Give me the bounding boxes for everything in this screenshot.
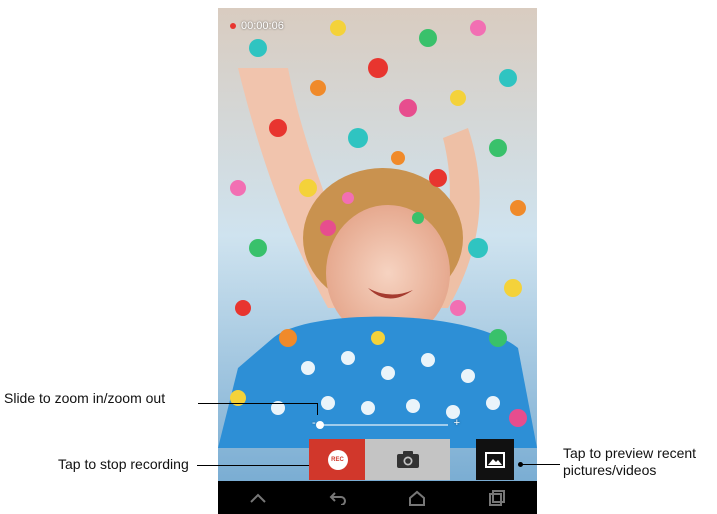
zoom-callout-tick [317,403,318,415]
zoom-track[interactable] [316,421,448,429]
stop-recording-button[interactable]: REC [309,439,366,480]
stop-recording-callout-line [197,465,309,466]
zoom-thumb[interactable] [316,421,324,429]
rec-badge-label: REC [327,449,348,470]
zoom-slider[interactable]: - + [312,417,460,431]
preview-callout-line2: pictures/videos [563,462,657,478]
gallery-preview-button[interactable] [476,439,514,480]
camera-icon [396,450,419,468]
preview-callout-line1: Tap to preview recent [563,445,697,461]
zoom-out-label: - [312,417,316,429]
chevron-up-icon [250,493,266,503]
zoom-callout: Slide to zoom in/zoom out [4,390,166,406]
zoom-callout-line [198,403,317,404]
nav-home-button[interactable] [399,486,435,510]
image-icon [485,451,505,468]
recent-apps-icon [489,489,506,506]
nav-recent-apps-button[interactable] [479,486,515,510]
recording-timer: 00:00:06 [230,20,284,32]
recording-dot-icon [230,23,236,29]
capture-photo-button[interactable] [365,439,450,480]
recording-timer-text: 00:00:06 [241,20,284,32]
preview-callout-line [520,464,560,465]
stop-recording-callout: Tap to stop recording [58,456,189,472]
home-icon [409,490,426,506]
back-icon [329,491,346,505]
nav-menu-button[interactable] [240,486,276,510]
camera-screen: 00:00:06 - + REC [218,8,537,514]
preview-callout-dot [518,462,523,467]
nav-back-button[interactable] [320,486,356,510]
zoom-in-label: + [453,417,460,429]
system-navigation-bar [218,481,537,514]
